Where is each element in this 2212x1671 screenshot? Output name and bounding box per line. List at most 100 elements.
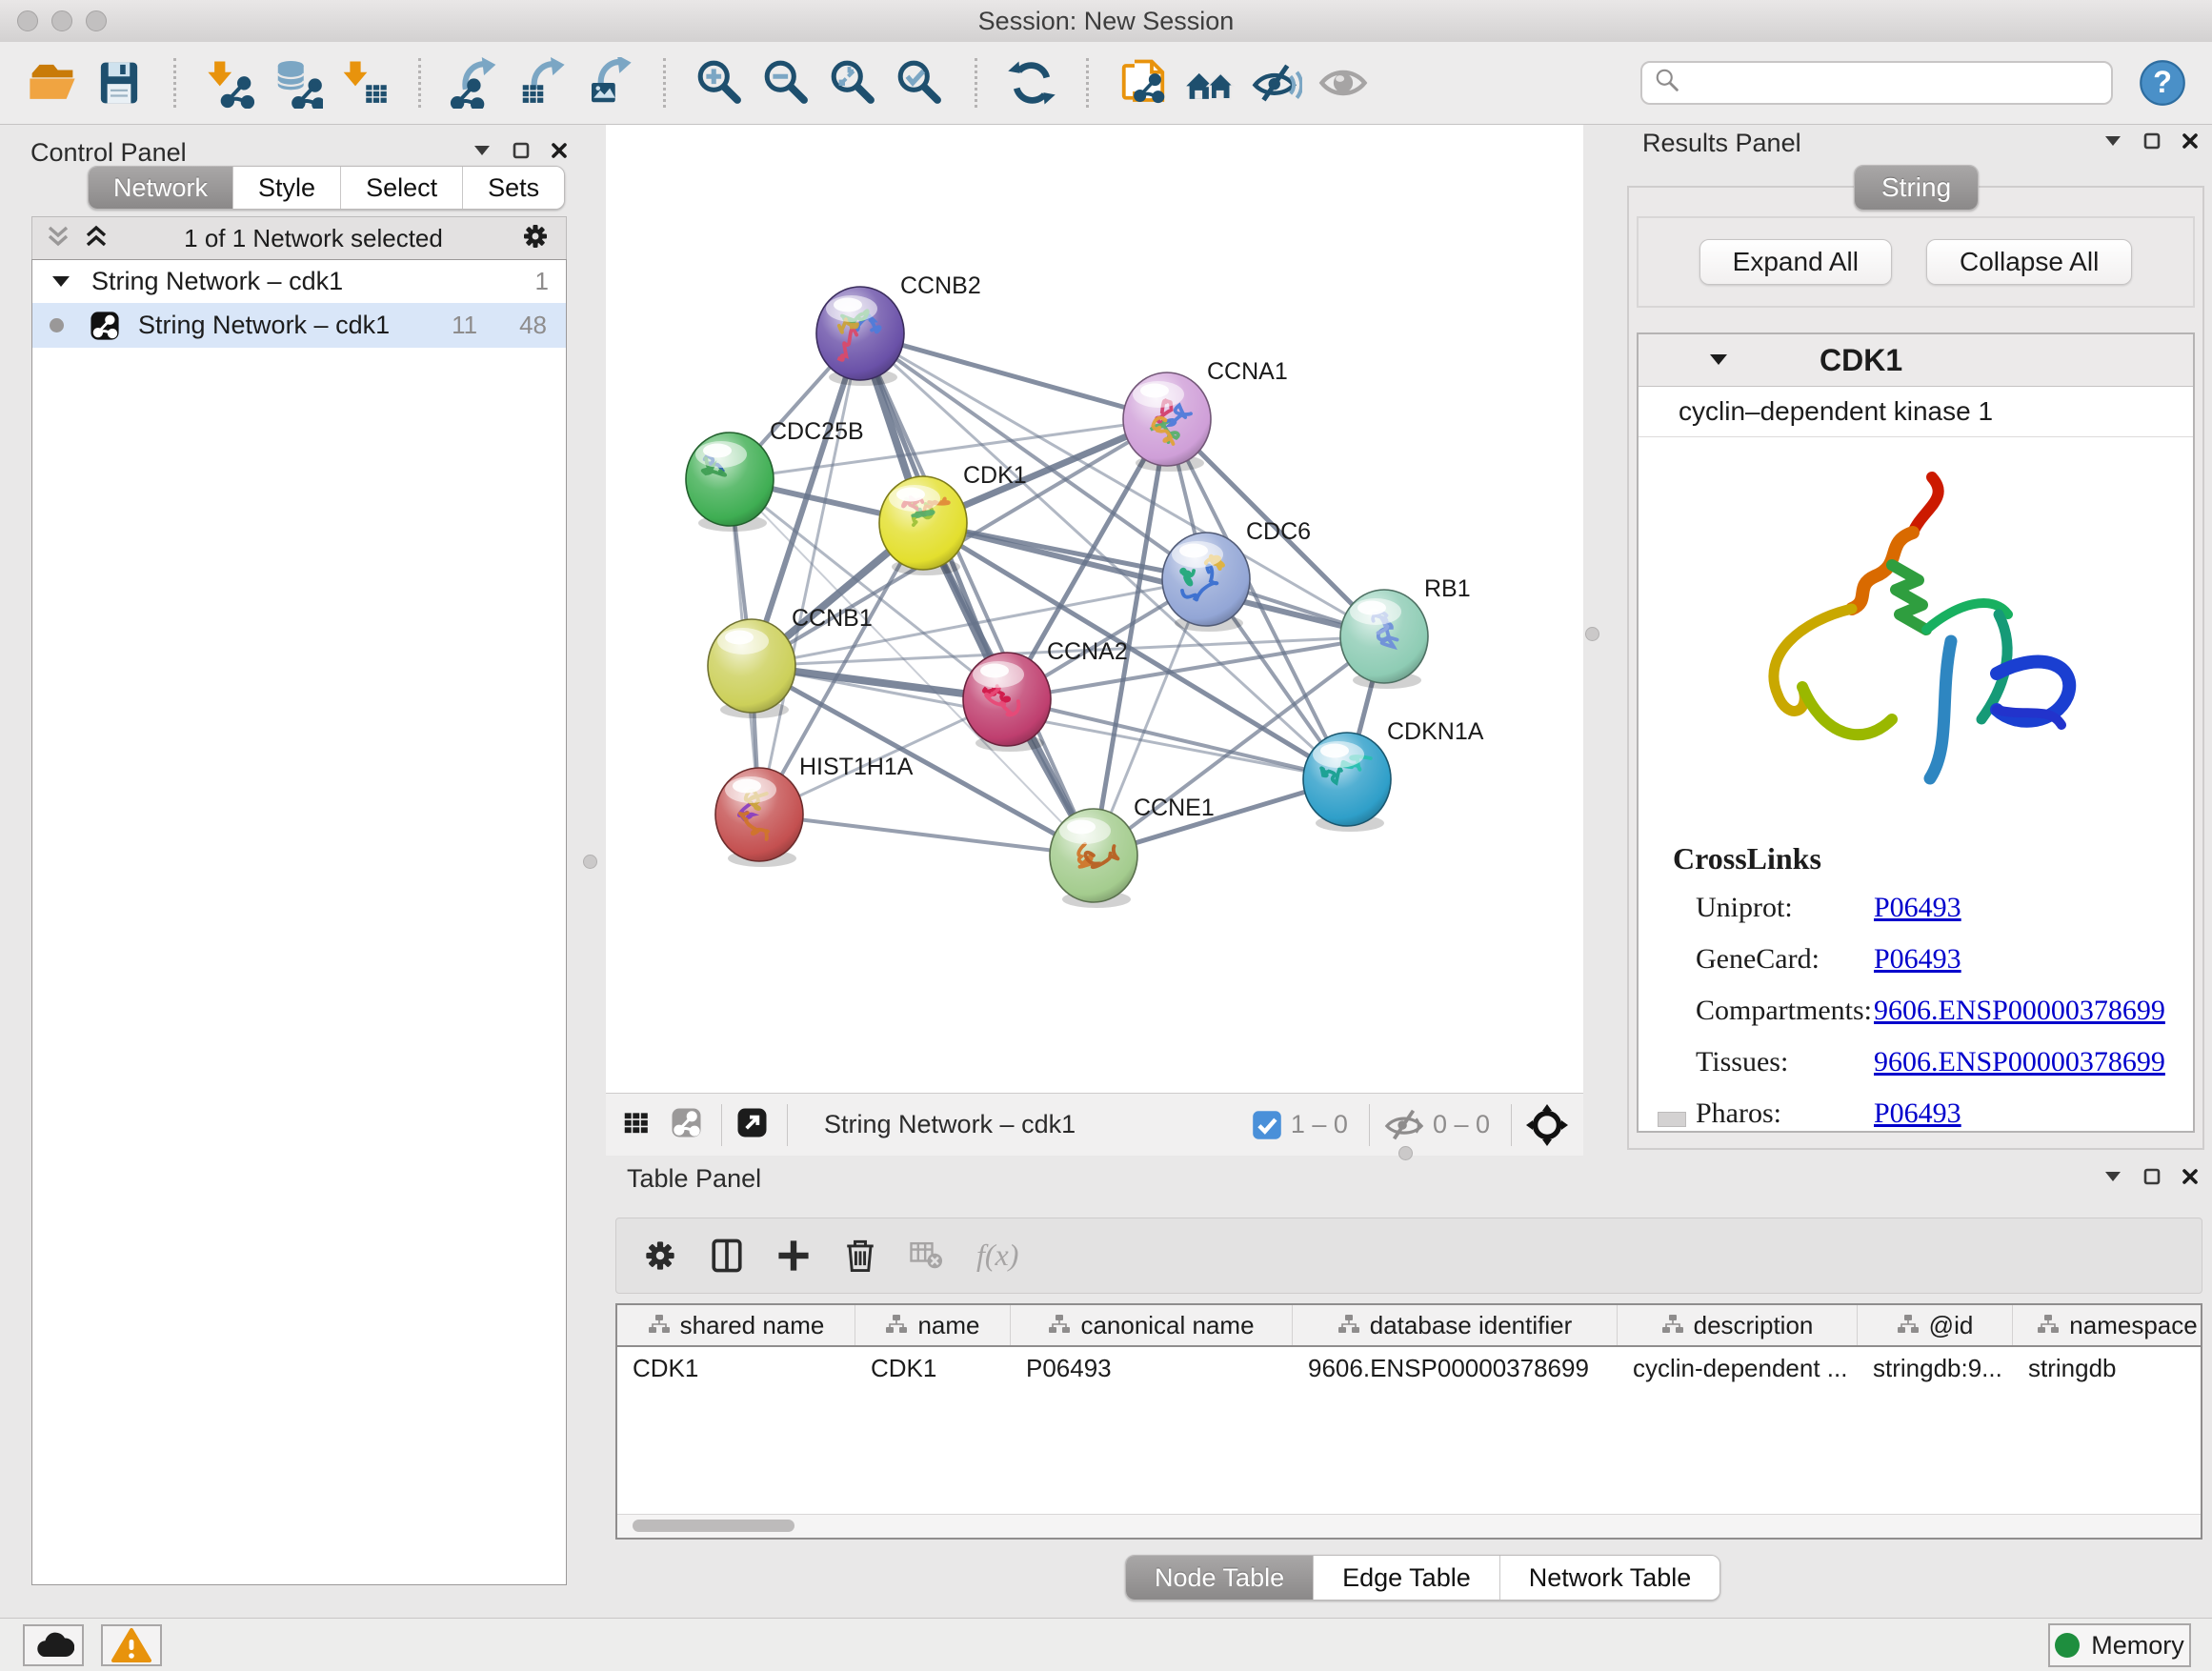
column-header--id[interactable]: @id xyxy=(1858,1305,2013,1345)
network-node-CCNB2[interactable] xyxy=(816,287,904,386)
cloud-button[interactable] xyxy=(23,1624,84,1666)
tab-string[interactable]: String xyxy=(1855,166,1978,210)
network-row-selected[interactable]: String Network – cdk1 11 48 xyxy=(32,303,566,348)
import-network-button[interactable] xyxy=(203,54,258,111)
tab-network-table[interactable]: Network Table xyxy=(1499,1556,1720,1600)
collapse-triangle-icon[interactable] xyxy=(51,275,70,289)
search-box[interactable] xyxy=(1640,61,2113,105)
table-cell[interactable]: stringdb xyxy=(2013,1347,2202,1389)
trash-table-button[interactable] xyxy=(839,1235,881,1277)
table-panel-menu-icon[interactable] xyxy=(2103,1170,2122,1183)
import-database-button[interactable] xyxy=(270,54,325,111)
tab-select[interactable]: Select xyxy=(340,167,462,209)
home-button[interactable] xyxy=(1182,54,1237,111)
network-node-CCNA2[interactable] xyxy=(963,653,1051,752)
birdseye-navigator-icon[interactable] xyxy=(1525,1103,1569,1147)
collapse-all-button[interactable]: Collapse All xyxy=(1926,239,2132,285)
zoom-fit-button[interactable] xyxy=(826,54,881,111)
network-node-CCNE1[interactable] xyxy=(1050,809,1137,908)
network-edge[interactable] xyxy=(1007,699,1347,779)
table-panel-float-icon[interactable] xyxy=(2143,1168,2161,1185)
column-header-description[interactable]: description xyxy=(1618,1305,1858,1345)
column-header-canonical-name[interactable]: canonical name xyxy=(1011,1305,1293,1345)
table-cell[interactable]: 9606.ENSP00000378699 xyxy=(1293,1347,1618,1389)
network-node-CDC25B[interactable] xyxy=(686,433,774,532)
control-panel-menu-icon[interactable] xyxy=(473,144,492,157)
network-collection-row[interactable]: String Network – cdk1 1 xyxy=(32,260,566,303)
expand-all-networks-icon[interactable] xyxy=(84,225,109,252)
collapse-all-networks-icon[interactable] xyxy=(46,225,70,252)
expand-all-button[interactable]: Expand All xyxy=(1699,239,1892,285)
search-input[interactable] xyxy=(1690,68,2100,99)
refresh-button[interactable] xyxy=(1004,54,1059,111)
network-edge[interactable] xyxy=(759,333,860,815)
tab-node-table[interactable]: Node Table xyxy=(1126,1556,1313,1600)
section-collapse-triangle-icon[interactable] xyxy=(1709,353,1728,367)
crosslink-link[interactable]: P06493 xyxy=(1874,1097,1961,1130)
results-panel-close-icon[interactable] xyxy=(2182,132,2199,150)
memory-button[interactable]: Memory xyxy=(2048,1623,2191,1667)
share-file-button[interactable] xyxy=(1116,54,1171,111)
network-node-CDKN1A[interactable] xyxy=(1303,733,1391,832)
control-panel-close-icon[interactable] xyxy=(551,142,568,159)
results-panel-float-icon[interactable] xyxy=(2143,132,2161,150)
network-node-HIST1H1A[interactable] xyxy=(715,768,803,867)
open-in-new-window-icon[interactable] xyxy=(735,1106,774,1144)
import-table-button[interactable] xyxy=(336,54,392,111)
control-panel-float-icon[interactable] xyxy=(513,142,530,159)
network-node-CCNA1[interactable] xyxy=(1123,372,1211,472)
birdseye-button[interactable] xyxy=(1316,54,1371,111)
network-node-CDC6[interactable] xyxy=(1162,533,1250,632)
network-canvas[interactable]: CCNB2 CCNA1 CDC25B CDK1 CDC6 RB1 CCNB1 xyxy=(606,125,1583,1093)
column-header-database-identifier[interactable]: database identifier xyxy=(1293,1305,1618,1345)
gear-table-button[interactable] xyxy=(639,1235,681,1277)
column-header-namespace[interactable]: namespace xyxy=(2013,1305,2202,1345)
network-node-RB1[interactable] xyxy=(1340,590,1428,689)
warnings-button[interactable] xyxy=(101,1624,162,1666)
open-folder-button[interactable] xyxy=(25,54,80,111)
table-horizontal-scrollbar[interactable] xyxy=(617,1514,2201,1538)
network-edge[interactable] xyxy=(759,815,1094,856)
crosslink-link[interactable]: P06493 xyxy=(1874,943,1961,976)
left-splitter-handle[interactable] xyxy=(583,855,597,869)
network-badge-icon[interactable] xyxy=(670,1106,708,1144)
table-row[interactable]: CDK1CDK1P064939606.ENSP00000378699cyclin… xyxy=(617,1347,2201,1389)
save-button[interactable] xyxy=(91,54,147,111)
results-panel-menu-icon[interactable] xyxy=(2103,134,2122,148)
tab-network[interactable]: Network xyxy=(89,167,232,209)
table-cell[interactable]: CDK1 xyxy=(617,1347,855,1389)
table-cell[interactable]: stringdb:9... xyxy=(1858,1347,2013,1389)
columns-table-button[interactable] xyxy=(706,1235,748,1277)
grid-view-icon[interactable] xyxy=(620,1107,656,1143)
column-header-name[interactable]: name xyxy=(855,1305,1011,1345)
show-hide-graphics-button[interactable] xyxy=(1249,54,1304,111)
crosslink-link[interactable]: 9606.ENSP00000378699 xyxy=(1874,1046,2165,1078)
selected-checkbox-icon[interactable] xyxy=(1251,1109,1283,1141)
table-cell[interactable]: P06493 xyxy=(1011,1347,1293,1389)
network-options-gear-icon[interactable] xyxy=(518,219,553,258)
crosslink-link[interactable]: 9606.ENSP00000378699 xyxy=(1874,995,2165,1027)
zoom-in-button[interactable] xyxy=(693,54,748,111)
tab-style[interactable]: Style xyxy=(232,167,340,209)
right-splitter-handle[interactable] xyxy=(1585,627,1599,641)
section-scrollbar[interactable] xyxy=(1658,1112,1686,1127)
export-network-button[interactable] xyxy=(448,54,503,111)
add-table-button[interactable] xyxy=(773,1235,814,1277)
export-table-button[interactable] xyxy=(514,54,570,111)
zoom-selected-button[interactable] xyxy=(893,54,948,111)
table-cell[interactable]: CDK1 xyxy=(855,1347,1011,1389)
export-image-button[interactable] xyxy=(581,54,636,111)
table-panel-close-icon[interactable] xyxy=(2182,1168,2199,1185)
tab-edge-table[interactable]: Edge Table xyxy=(1313,1556,1499,1600)
help-button[interactable]: ? xyxy=(2138,58,2187,108)
toolbar-separator xyxy=(663,58,666,108)
zoom-out-button[interactable] xyxy=(759,54,814,111)
column-header-shared-name[interactable]: shared name xyxy=(617,1305,855,1345)
table-cell[interactable]: cyclin-dependent ... xyxy=(1618,1347,1858,1389)
gene-section-header[interactable]: CDK1 xyxy=(1639,334,2193,387)
tab-sets[interactable]: Sets xyxy=(462,167,564,209)
bottom-splitter-handle[interactable] xyxy=(1398,1146,1413,1160)
crosslink-label: Uniprot: xyxy=(1696,892,1874,924)
scrollbar-thumb[interactable] xyxy=(633,1520,794,1532)
crosslink-link[interactable]: P06493 xyxy=(1874,892,1961,924)
